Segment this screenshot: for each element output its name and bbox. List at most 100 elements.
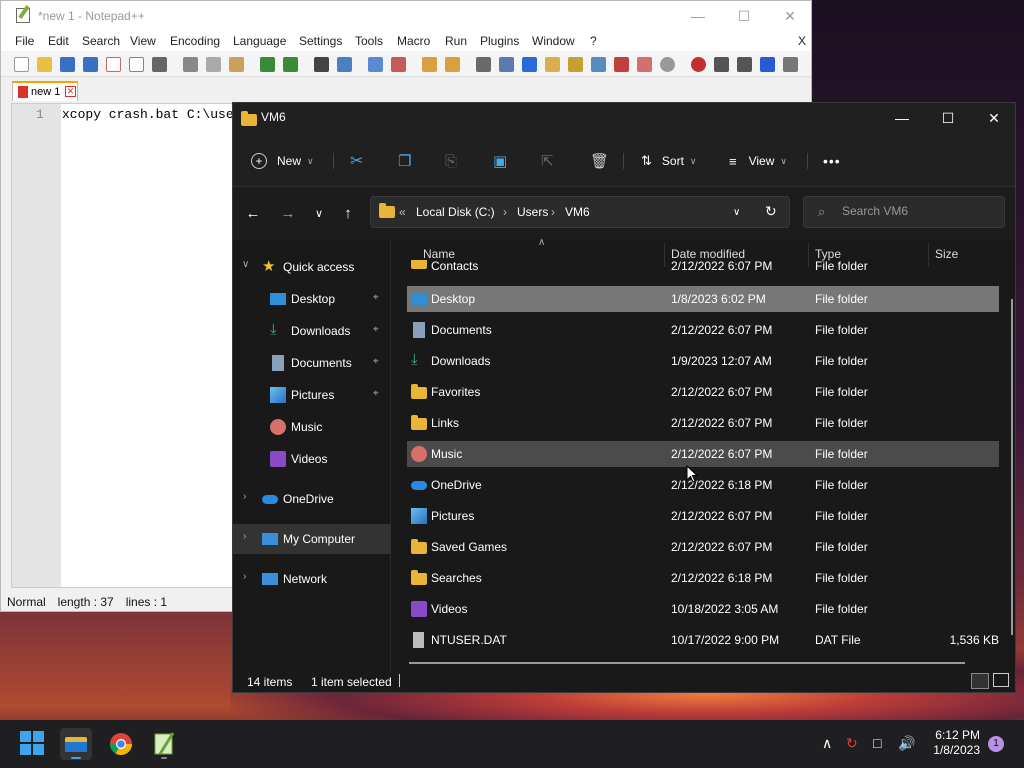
- zoom-out-icon[interactable]: [391, 57, 406, 72]
- record-macro-icon[interactable]: [660, 57, 675, 72]
- file-explorer-taskbar-icon[interactable]: [60, 728, 92, 760]
- print-icon[interactable]: [152, 57, 167, 72]
- function-list-icon[interactable]: [591, 57, 606, 72]
- copy-icon[interactable]: [206, 57, 221, 72]
- minimize-icon[interactable]: —: [675, 5, 721, 27]
- pin-icon[interactable]: ⌖: [373, 324, 379, 335]
- maximize-icon[interactable]: ☐: [721, 5, 767, 27]
- tab-new-1[interactable]: new 1 ✕: [12, 81, 78, 101]
- nav-item-downloads[interactable]: ⤓ Downloads ⌖: [233, 316, 391, 346]
- rename-icon[interactable]: ▣: [493, 149, 507, 173]
- run-macro-multiple-icon[interactable]: [760, 57, 775, 72]
- nav-item-desktop[interactable]: Desktop ⌖: [233, 284, 391, 314]
- navigation-pane[interactable]: ∨ ★ Quick access Desktop ⌖ ⤓ Downloads ⌖…: [233, 239, 391, 671]
- save-all-icon[interactable]: [83, 57, 98, 72]
- breadcrumb-users[interactable]: Users: [517, 205, 548, 219]
- maximize-icon[interactable]: ☐: [925, 103, 971, 133]
- column-header-type[interactable]: Type: [815, 247, 841, 261]
- find-icon[interactable]: [314, 57, 329, 72]
- vertical-scrollbar[interactable]: [1011, 299, 1013, 635]
- sync-vertical-icon[interactable]: [422, 57, 437, 72]
- doc-map-icon[interactable]: [568, 57, 583, 72]
- word-wrap-icon[interactable]: [476, 57, 491, 72]
- monitoring-icon[interactable]: [637, 57, 652, 72]
- paste-icon[interactable]: ⎘: [445, 149, 457, 173]
- share-icon[interactable]: ⇱: [541, 149, 554, 173]
- udl-icon[interactable]: [545, 57, 560, 72]
- file-list[interactable]: Name ∧ Date modified Type Size Contacts …: [393, 237, 1015, 671]
- save-macro-icon[interactable]: [783, 57, 798, 72]
- file-row-documents[interactable]: Documents 2/12/2022 6:07 PM File folder: [407, 317, 999, 343]
- menu-tools[interactable]: Tools: [355, 34, 383, 48]
- menu-run[interactable]: Run: [445, 34, 467, 48]
- breadcrumb-vm6[interactable]: VM6: [565, 205, 590, 219]
- file-row-searches[interactable]: Searches 2/12/2022 6:18 PM File folder: [407, 565, 999, 591]
- open-file-icon[interactable]: [37, 57, 52, 72]
- large-icons-view-icon[interactable]: [993, 673, 1009, 687]
- save-icon[interactable]: [60, 57, 75, 72]
- details-view-icon[interactable]: [971, 673, 989, 689]
- chrome-icon[interactable]: [105, 728, 137, 760]
- menu-window[interactable]: Window: [532, 34, 575, 48]
- system-clock[interactable]: 6:12 PM 1/8/2023: [933, 728, 980, 758]
- forward-arrow-icon[interactable]: →: [278, 205, 298, 223]
- notification-badge[interactable]: 1: [988, 736, 1004, 752]
- menu-settings[interactable]: Settings: [299, 34, 342, 48]
- pin-icon[interactable]: ⌖: [373, 292, 379, 303]
- address-bar[interactable]: « Local Disk (C:) › Users › VM6 ∨ ↻: [370, 196, 790, 228]
- sort-button[interactable]: ⇅ Sort ∨: [641, 149, 697, 173]
- chevron-right-icon[interactable]: ›: [243, 531, 246, 542]
- cut-icon[interactable]: ✂: [350, 149, 363, 173]
- file-row-pictures[interactable]: Pictures 2/12/2022 6:07 PM File folder: [407, 503, 999, 529]
- column-header-size[interactable]: Size: [935, 247, 958, 261]
- file-row-onedrive[interactable]: OneDrive 2/12/2022 6:18 PM File folder: [407, 472, 999, 498]
- search-input[interactable]: [842, 204, 992, 218]
- menu-plugins[interactable]: Plugins: [480, 34, 519, 48]
- network-status-icon[interactable]: □: [873, 735, 881, 751]
- editor-area[interactable]: 1 xcopy crash.bat C:\use: [11, 103, 234, 588]
- chevron-down-icon[interactable]: ∨: [242, 259, 249, 270]
- file-row-favorites[interactable]: Favorites 2/12/2022 6:07 PM File folder: [407, 379, 999, 405]
- nav-item-pictures[interactable]: Pictures ⌖: [233, 380, 391, 410]
- redo-icon[interactable]: [283, 57, 298, 72]
- view-button[interactable]: ≡ View ∨: [729, 149, 787, 173]
- sync-horizontal-icon[interactable]: [445, 57, 460, 72]
- copy-icon[interactable]: ❐: [398, 149, 411, 173]
- refresh-icon[interactable]: ↻: [765, 203, 777, 220]
- pin-icon[interactable]: ⌖: [373, 356, 379, 367]
- start-windows-icon[interactable]: [17, 728, 49, 760]
- folder-as-workspace-icon[interactable]: [614, 57, 629, 72]
- minimize-icon[interactable]: —: [879, 103, 925, 133]
- pin-icon[interactable]: ⌖: [373, 388, 379, 399]
- nav-item-documents[interactable]: Documents ⌖: [233, 348, 391, 378]
- cut-icon[interactable]: [183, 57, 198, 72]
- close-file-icon[interactable]: [106, 57, 121, 72]
- menu-language[interactable]: Language: [233, 34, 286, 48]
- menu-file[interactable]: File: [15, 34, 34, 48]
- address-dropdown-chevron-icon[interactable]: ∨: [733, 207, 740, 218]
- paste-icon[interactable]: [229, 57, 244, 72]
- recent-locations-chevron-icon[interactable]: ∨: [309, 205, 329, 223]
- sync-alert-icon[interactable]: ↻: [846, 735, 858, 752]
- indent-guide-icon[interactable]: [522, 57, 537, 72]
- file-row-videos[interactable]: Videos 10/18/2022 3:05 AM File folder: [407, 596, 999, 622]
- playback-icon[interactable]: [737, 57, 752, 72]
- replace-icon[interactable]: [337, 57, 352, 72]
- up-arrow-icon[interactable]: ↑: [338, 205, 358, 223]
- volume-icon[interactable]: 🔊: [898, 735, 915, 752]
- file-row-music[interactable]: Music 2/12/2022 6:07 PM File folder: [407, 441, 999, 467]
- new-file-icon[interactable]: [14, 57, 29, 72]
- undo-icon[interactable]: [260, 57, 275, 72]
- menu-view[interactable]: View: [130, 34, 156, 48]
- menu-search[interactable]: Search: [82, 34, 120, 48]
- chevron-right-icon[interactable]: ›: [243, 491, 246, 502]
- menu-help[interactable]: ?: [590, 34, 597, 48]
- new-button[interactable]: + New ∨: [251, 149, 314, 173]
- show-all-chars-icon[interactable]: [499, 57, 514, 72]
- nav-onedrive[interactable]: › OneDrive: [233, 484, 391, 514]
- tab-close-icon[interactable]: ✕: [65, 86, 76, 97]
- stop-recording-icon[interactable]: [714, 57, 729, 72]
- start-recording-icon[interactable]: [691, 57, 706, 72]
- menu-encoding[interactable]: Encoding: [170, 34, 220, 48]
- column-header-name[interactable]: Name: [423, 247, 455, 261]
